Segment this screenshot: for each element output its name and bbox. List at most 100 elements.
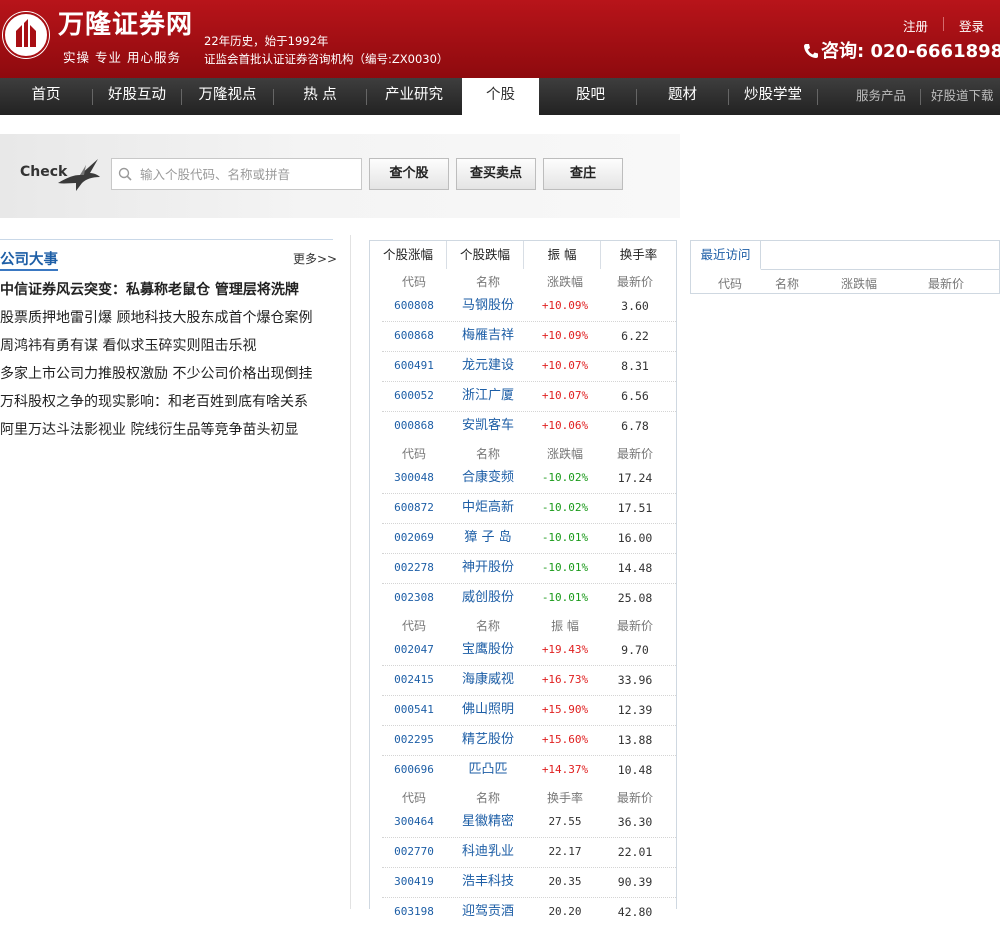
news-more-link[interactable]: 更多>>	[293, 250, 337, 267]
main-nav: 首页 好股互动 万隆视点 热 点 产业研究 个股 股吧 题材 炒股学堂 服务产品…	[0, 78, 1000, 115]
stock-code[interactable]: 002295	[384, 725, 444, 755]
stock-code[interactable]: 000868	[384, 411, 444, 441]
stock-name[interactable]: 星徽精密	[456, 807, 520, 837]
table-row[interactable]: 002278 神开股份 -10.01% 14.48	[370, 553, 676, 583]
stock-code[interactable]: 600872	[384, 493, 444, 523]
stock-code[interactable]: 002278	[384, 553, 444, 583]
table-row[interactable]: 002415 海康威视 +16.73% 33.96	[370, 665, 676, 695]
table-row[interactable]: 600868 梅雁吉祥 +10.09% 6.22	[370, 321, 676, 351]
stock-name[interactable]: 安凯客车	[456, 411, 520, 441]
news-item[interactable]: 中信证券风云突变：私募称老鼠仓 管理层将洗牌	[0, 279, 345, 307]
nav-link-products[interactable]: 服务产品	[856, 78, 906, 115]
stock-code[interactable]: 600696	[384, 755, 444, 785]
bird-icon	[58, 159, 100, 191]
nav-item-topics[interactable]: 题材	[637, 78, 728, 115]
tab-top-gainers[interactable]: 个股涨幅	[370, 241, 447, 269]
stock-price: 12.39	[617, 703, 653, 717]
stock-name[interactable]: 梅雁吉祥	[456, 321, 520, 351]
stock-name[interactable]: 威创股份	[456, 583, 520, 613]
stock-name[interactable]: 合康变频	[456, 463, 520, 493]
stock-code[interactable]: 000541	[384, 695, 444, 725]
stock-search-box[interactable]	[111, 158, 362, 190]
news-item[interactable]: 多家上市公司力推股权激励 不少公司价格出现倒挂	[0, 363, 345, 391]
stock-code[interactable]: 002770	[384, 837, 444, 867]
table-row[interactable]: 300419 浩丰科技 20.35 90.39	[370, 867, 676, 897]
site-slogan: 实操 专业 用心服务	[63, 50, 181, 65]
table-row[interactable]: 603198 迎驾贡酒 20.20 42.80	[370, 897, 676, 927]
stock-name[interactable]: 海康威视	[456, 665, 520, 695]
site-name[interactable]: 万隆证券网	[58, 10, 193, 40]
table-row[interactable]: 002047 宝鹰股份 +19.43% 9.70	[370, 635, 676, 665]
check-trade-points-button[interactable]: 查买卖点	[456, 158, 536, 190]
logo-icon[interactable]	[2, 11, 50, 59]
tab-recent-visits[interactable]: 最近访问	[691, 241, 761, 270]
nav-item-wanlong-view[interactable]: 万隆视点	[182, 78, 273, 115]
table-row[interactable]: 600491 龙元建设 +10.07% 8.31	[370, 351, 676, 381]
nav-item-industry-research[interactable]: 产业研究	[367, 78, 461, 115]
stock-name[interactable]: 匹凸匹	[456, 755, 520, 785]
news-section-title[interactable]: 公司大事	[0, 248, 58, 269]
news-item[interactable]: 阿里万达斗法影视业 院线衍生品等竞争苗头初显	[0, 419, 345, 447]
stock-code[interactable]: 002308	[384, 583, 444, 613]
stock-name[interactable]: 浙江广厦	[456, 381, 520, 411]
table-row[interactable]: 000541 佛山照明 +15.90% 12.39	[370, 695, 676, 725]
table-row[interactable]: 600696 匹凸匹 +14.37% 10.48	[370, 755, 676, 785]
stock-name[interactable]: 精艺股份	[456, 725, 520, 755]
register-link[interactable]: 注册	[903, 16, 928, 35]
news-title-underline	[0, 269, 58, 271]
table-row[interactable]: 300464 星徽精密 27.55 36.30	[370, 807, 676, 837]
tab-turnover[interactable]: 换手率	[601, 241, 676, 269]
news-item[interactable]: 万科股权之争的现实影响：和老百姓到底有啥关系	[0, 391, 345, 419]
nav-divider	[817, 89, 818, 105]
table-row[interactable]: 000868 安凯客车 +10.06% 6.78	[370, 411, 676, 441]
stock-name[interactable]: 神开股份	[456, 553, 520, 583]
stock-code[interactable]: 300419	[384, 867, 444, 897]
stock-name[interactable]: 龙元建设	[456, 351, 520, 381]
stock-name[interactable]: 科迪乳业	[456, 837, 520, 867]
nav-item-hotspot[interactable]: 热 点	[274, 78, 366, 115]
recent-visits-panel: 最近访问 代码 名称 涨跌幅 最新价	[690, 240, 1000, 294]
site-header: 万隆证券网 实操 专业 用心服务 22年历史，始于1992年 证监会首批认证证券…	[0, 0, 1000, 78]
stock-name[interactable]: 獐 子 岛	[456, 523, 520, 553]
nav-item-stock-interaction[interactable]: 好股互动	[93, 78, 181, 115]
stock-name[interactable]: 马钢股份	[456, 291, 520, 321]
stock-name[interactable]: 中炬高新	[456, 493, 520, 523]
table-row[interactable]: 600808 马钢股份 +10.09% 3.60	[370, 291, 676, 321]
stock-code[interactable]: 300464	[384, 807, 444, 837]
news-item[interactable]: 周鸿祎有勇有谋 看似求玉碎实则阻击乐视	[0, 335, 345, 363]
nav-item-home[interactable]: 首页	[0, 78, 92, 115]
tab-amplitude[interactable]: 振 幅	[524, 241, 601, 269]
table-row[interactable]: 600872 中炬高新 -10.02% 17.51	[370, 493, 676, 523]
stock-code[interactable]: 600808	[384, 291, 444, 321]
stock-name[interactable]: 宝鹰股份	[456, 635, 520, 665]
stock-code[interactable]: 002415	[384, 665, 444, 695]
tab-top-losers[interactable]: 个股跌幅	[447, 241, 524, 269]
stock-price: 6.78	[621, 419, 649, 433]
nav-item-stocks[interactable]: 个股	[462, 78, 539, 115]
stock-name[interactable]: 迎驾贡酒	[456, 897, 520, 927]
login-link[interactable]: 登录	[959, 16, 984, 35]
nav-item-forum[interactable]: 股吧	[545, 78, 636, 115]
nav-link-app-download[interactable]: 好股道下载	[931, 78, 994, 115]
stock-search-input[interactable]	[138, 159, 358, 189]
table-row[interactable]: 300048 合康变频 -10.02% 17.24	[370, 463, 676, 493]
stock-code[interactable]: 002069	[384, 523, 444, 553]
stock-code[interactable]: 002047	[384, 635, 444, 665]
stock-code[interactable]: 600052	[384, 381, 444, 411]
check-dealer-button[interactable]: 查庄	[543, 158, 623, 190]
nav-item-school[interactable]: 炒股学堂	[729, 78, 817, 115]
stock-change: 27.55	[548, 815, 582, 828]
stock-name[interactable]: 佛山照明	[456, 695, 520, 725]
table-row[interactable]: 600052 浙江广厦 +10.07% 6.56	[370, 381, 676, 411]
stock-code[interactable]: 600868	[384, 321, 444, 351]
table-row[interactable]: 002295 精艺股份 +15.60% 13.88	[370, 725, 676, 755]
stock-name[interactable]: 浩丰科技	[456, 867, 520, 897]
stock-code[interactable]: 603198	[384, 897, 444, 927]
news-item[interactable]: 股票质押地雷引爆 顾地科技大股东成首个爆仓案例	[0, 307, 345, 335]
stock-code[interactable]: 300048	[384, 463, 444, 493]
table-row[interactable]: 002770 科迪乳业 22.17 22.01	[370, 837, 676, 867]
table-row[interactable]: 002308 威创股份 -10.01% 25.08	[370, 583, 676, 613]
table-row[interactable]: 002069 獐 子 岛 -10.01% 16.00	[370, 523, 676, 553]
stock-code[interactable]: 600491	[384, 351, 444, 381]
check-stock-button[interactable]: 查个股	[369, 158, 449, 190]
